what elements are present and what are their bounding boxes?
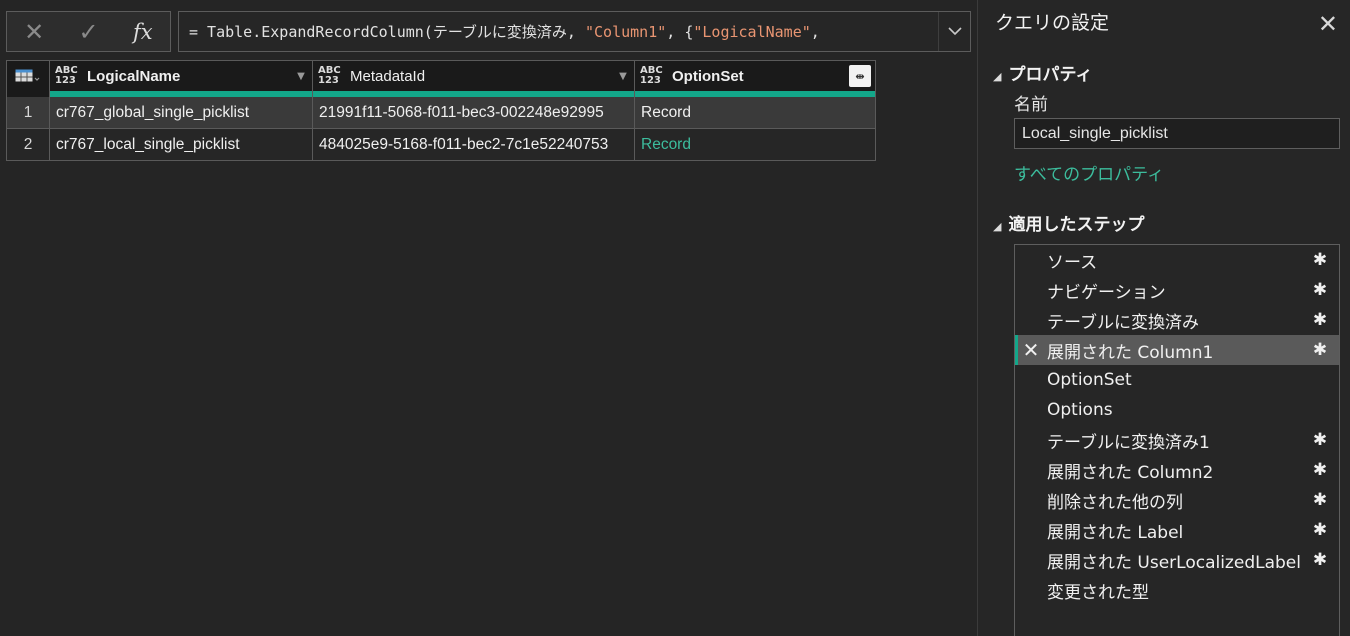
step-label: 変更された型 bbox=[1047, 582, 1149, 603]
formula-string-1: "Column1" bbox=[585, 23, 667, 41]
applied-step[interactable]: 変更された型 bbox=[1015, 575, 1339, 605]
row-number[interactable]: 1 bbox=[6, 97, 50, 129]
collapse-triangle-icon[interactable]: ◢ bbox=[993, 70, 1001, 83]
applied-step[interactable]: テーブルに変換済み1 ✱ bbox=[1015, 425, 1339, 455]
gear-icon[interactable]: ✱ bbox=[1301, 490, 1339, 510]
gear-icon[interactable]: ✱ bbox=[1301, 250, 1339, 270]
confirm-button[interactable]: ✓ bbox=[61, 12, 115, 51]
formula-expand-button[interactable] bbox=[938, 12, 970, 51]
formula-text[interactable]: = Table.ExpandRecordColumn(テーブルに変換済み, "C… bbox=[179, 21, 938, 42]
column-name: LogicalName bbox=[87, 67, 181, 85]
filter-dropdown-icon[interactable]: ▼ bbox=[290, 71, 312, 82]
cell-metadataid[interactable]: 484025e9-5168-f011-bec2-7c1e52240753 bbox=[313, 129, 635, 161]
gear-icon[interactable]: ✱ bbox=[1301, 460, 1339, 480]
cell-logicalname[interactable]: cr767_global_single_picklist bbox=[50, 97, 313, 129]
step-label: ソース bbox=[1047, 252, 1098, 273]
column-name: MetadataId bbox=[350, 67, 426, 85]
step-label: 展開された Column2 bbox=[1047, 462, 1214, 483]
type-any-icon[interactable]: ABC 123 bbox=[318, 66, 342, 86]
formula-string-2: "LogicalName" bbox=[693, 23, 811, 41]
step-label: Options bbox=[1047, 400, 1113, 420]
step-label: 展開された UserLocalizedLabel bbox=[1047, 552, 1301, 573]
applied-step[interactable]: Options bbox=[1015, 395, 1339, 425]
formula-buttons: ✕ ✓ fx bbox=[6, 11, 171, 52]
step-label: ナビゲーション bbox=[1047, 282, 1166, 303]
table-icon bbox=[15, 69, 40, 82]
gear-icon[interactable]: ✱ bbox=[1301, 430, 1339, 450]
delete-step-icon[interactable]: ✕ bbox=[1015, 338, 1047, 362]
data-grid: ABC 123 LogicalName ▼ ABC 123 MetadataId ▼… bbox=[6, 60, 876, 161]
filter-dropdown-icon[interactable]: ▼ bbox=[612, 71, 634, 82]
step-label: 展開された Label bbox=[1047, 522, 1184, 543]
applied-step[interactable]: 展開された Column2 ✱ bbox=[1015, 455, 1339, 485]
column-header-metadataid[interactable]: ABC 123 MetadataId ▼ bbox=[313, 60, 635, 91]
collapse-triangle-icon[interactable]: ◢ bbox=[993, 220, 1001, 233]
applied-step[interactable]: ✕ 展開された Column1 ✱ bbox=[1015, 335, 1339, 365]
applied-step[interactable]: 展開された Label ✱ bbox=[1015, 515, 1339, 545]
applied-step[interactable]: ナビゲーション ✱ bbox=[1015, 275, 1339, 305]
step-label: 削除された他の列 bbox=[1047, 492, 1183, 513]
cell-optionset[interactable]: Record bbox=[635, 97, 876, 129]
gear-icon[interactable]: ✱ bbox=[1301, 550, 1339, 570]
type-any-icon[interactable]: ABC 123 bbox=[55, 66, 79, 86]
step-label: テーブルに変換済み bbox=[1047, 312, 1199, 333]
column-header-logicalname[interactable]: ABC 123 LogicalName ▼ bbox=[50, 60, 313, 91]
table-menu-button[interactable] bbox=[6, 60, 50, 91]
cancel-button[interactable]: ✕ bbox=[7, 12, 61, 51]
grid-header: ABC 123 LogicalName ▼ ABC 123 MetadataId ▼… bbox=[6, 60, 876, 91]
cell-optionset-record-link[interactable]: Record bbox=[635, 129, 876, 161]
type-any-icon[interactable]: ABC 123 bbox=[640, 66, 664, 86]
chevron-down-icon bbox=[947, 27, 962, 36]
x-icon: ✕ bbox=[24, 17, 45, 46]
step-label: 展開された Column1 bbox=[1047, 342, 1214, 363]
expand-column-icon[interactable]: ⇹ bbox=[849, 65, 871, 87]
column-header-optionset[interactable]: ABC 123 OptionSet ⇹ bbox=[635, 60, 876, 91]
gear-icon[interactable]: ✱ bbox=[1301, 340, 1339, 360]
applied-step[interactable]: 削除された他の列 ✱ bbox=[1015, 485, 1339, 515]
step-label: テーブルに変換済み1 bbox=[1047, 432, 1210, 453]
applied-step[interactable]: 展開された UserLocalizedLabel ✱ bbox=[1015, 545, 1339, 575]
applied-steps-heading[interactable]: ◢ 適用したステップ bbox=[993, 210, 1144, 235]
step-label: OptionSet bbox=[1047, 370, 1132, 390]
properties-section-heading[interactable]: ◢ プロパティ bbox=[993, 60, 1092, 85]
formula-mid: , { bbox=[666, 23, 694, 41]
insert-function-button[interactable]: fx bbox=[116, 12, 170, 51]
check-icon: ✓ bbox=[78, 17, 99, 46]
applied-step[interactable]: ソース ✱ bbox=[1015, 245, 1339, 275]
row-number[interactable]: 2 bbox=[6, 129, 50, 161]
name-label: 名前 bbox=[1014, 95, 1048, 115]
section-label: 適用したステップ bbox=[1008, 215, 1145, 235]
close-icon[interactable]: ✕ bbox=[1318, 10, 1338, 38]
applied-step[interactable]: OptionSet bbox=[1015, 365, 1339, 395]
query-name-input[interactable]: Local_single_picklist bbox=[1014, 118, 1340, 149]
gear-icon[interactable]: ✱ bbox=[1301, 310, 1339, 330]
gear-icon[interactable]: ✱ bbox=[1301, 280, 1339, 300]
column-name: OptionSet bbox=[672, 67, 744, 85]
table-row: 1 cr767_global_single_picklist 21991f11-… bbox=[6, 97, 876, 129]
all-properties-link[interactable]: すべてのプロパティ bbox=[1014, 160, 1164, 185]
formula-bar[interactable]: = Table.ExpandRecordColumn(テーブルに変換済み, "C… bbox=[178, 11, 971, 52]
table-row: 2 cr767_local_single_picklist 484025e9-5… bbox=[6, 129, 876, 161]
applied-steps-list: ソース ✱ ナビゲーション ✱ テーブルに変換済み ✱ ✕ 展開された Column1 ✱ Opt… bbox=[1014, 244, 1340, 636]
query-settings-pane: クエリの設定 ✕ ◢ プロパティ 名前 Local_single_picklist… bbox=[977, 0, 1350, 636]
section-label: プロパティ bbox=[1008, 65, 1093, 85]
gear-icon[interactable]: ✱ bbox=[1301, 520, 1339, 540]
cell-metadataid[interactable]: 21991f11-5068-f011-bec3-002248e92995 bbox=[313, 97, 635, 129]
applied-step[interactable]: テーブルに変換済み ✱ bbox=[1015, 305, 1339, 335]
formula-suffix: , bbox=[810, 23, 820, 41]
pane-title: クエリの設定 bbox=[995, 12, 1110, 34]
formula-prefix: = Table.ExpandRecordColumn(テーブルに変換済み, bbox=[189, 23, 585, 41]
cell-logicalname[interactable]: cr767_local_single_picklist bbox=[50, 129, 313, 161]
